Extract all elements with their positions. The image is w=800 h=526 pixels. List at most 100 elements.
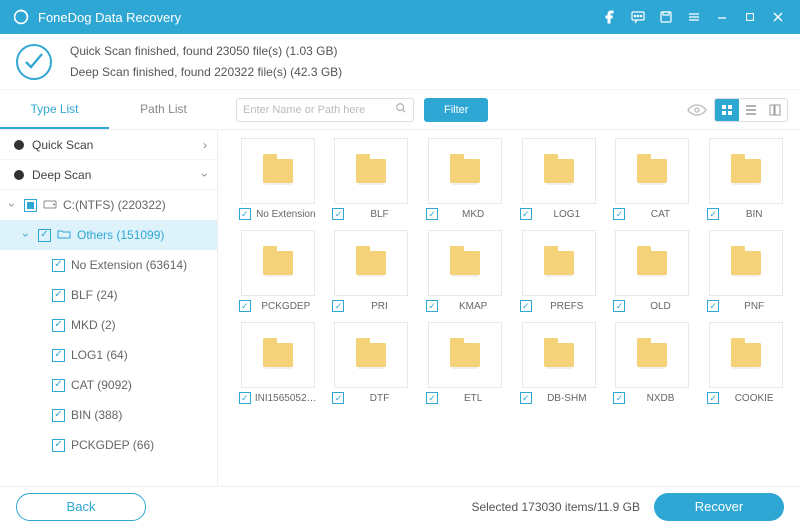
- sidebar-quick-scan[interactable]: Quick Scan ›: [0, 130, 217, 160]
- checkbox[interactable]: [239, 300, 251, 312]
- tree-item[interactable]: MKD (2): [0, 310, 217, 340]
- tree-label: BLF (24): [71, 288, 118, 302]
- folder-thumbnail[interactable]: [241, 322, 315, 388]
- folder-thumbnail[interactable]: [709, 138, 783, 204]
- tree-others[interactable]: › Others (151099): [0, 220, 217, 250]
- checkbox[interactable]: [52, 259, 65, 272]
- checkbox[interactable]: [52, 319, 65, 332]
- tree-item[interactable]: BLF (24): [0, 280, 217, 310]
- checkbox[interactable]: [426, 392, 438, 404]
- maximize-icon[interactable]: [736, 3, 764, 31]
- tab-type-list[interactable]: Type List: [0, 90, 109, 129]
- view-grid-icon[interactable]: [715, 99, 739, 121]
- checkbox[interactable]: [52, 439, 65, 452]
- folder-thumbnail[interactable]: [522, 138, 596, 204]
- view-detail-icon[interactable]: [763, 99, 787, 121]
- checkbox[interactable]: [332, 392, 344, 404]
- grid-item-label: COOKIE: [723, 393, 785, 404]
- checkbox[interactable]: [426, 208, 438, 220]
- checkbox[interactable]: [24, 199, 37, 212]
- filter-button[interactable]: Filter: [424, 98, 488, 122]
- grid-item[interactable]: BIN: [704, 138, 788, 220]
- grid-item[interactable]: CAT: [611, 138, 695, 220]
- checkbox[interactable]: [332, 208, 344, 220]
- folder-icon: [450, 251, 480, 275]
- checkbox[interactable]: [707, 392, 719, 404]
- folder-thumbnail[interactable]: [522, 230, 596, 296]
- grid-item[interactable]: PCKGDEP: [236, 230, 320, 312]
- checkbox[interactable]: [520, 300, 532, 312]
- grid-item[interactable]: KMAP: [423, 230, 507, 312]
- checkbox[interactable]: [426, 300, 438, 312]
- recover-button[interactable]: Recover: [654, 493, 784, 521]
- grid-item[interactable]: NXDB: [611, 322, 695, 404]
- tree-drive[interactable]: › C:(NTFS) (220322): [0, 190, 217, 220]
- folder-thumbnail[interactable]: [615, 230, 689, 296]
- checkbox[interactable]: [52, 349, 65, 362]
- checkbox[interactable]: [613, 300, 625, 312]
- back-button[interactable]: Back: [16, 493, 146, 521]
- grid-item[interactable]: PREFS: [517, 230, 601, 312]
- checkbox[interactable]: [38, 229, 51, 242]
- checkbox[interactable]: [52, 409, 65, 422]
- folder-icon: [356, 343, 386, 367]
- facebook-icon[interactable]: [596, 3, 624, 31]
- grid-item[interactable]: ETL: [423, 322, 507, 404]
- tree-item[interactable]: PCKGDEP (66): [0, 430, 217, 460]
- search-box[interactable]: [236, 98, 414, 122]
- grid-item[interactable]: INI1565052569: [236, 322, 320, 404]
- folder-thumbnail[interactable]: [615, 322, 689, 388]
- checkbox[interactable]: [520, 208, 532, 220]
- view-list-icon[interactable]: [739, 99, 763, 121]
- folder-icon: [544, 251, 574, 275]
- checkbox[interactable]: [707, 208, 719, 220]
- preview-eye-icon[interactable]: [686, 99, 708, 121]
- grid-item[interactable]: DB-SHM: [517, 322, 601, 404]
- toolbar: Type List Path List Filter: [0, 90, 800, 130]
- checkbox[interactable]: [520, 392, 532, 404]
- folder-thumbnail[interactable]: [241, 138, 315, 204]
- minimize-icon[interactable]: [708, 3, 736, 31]
- folder-thumbnail[interactable]: [522, 322, 596, 388]
- folder-thumbnail[interactable]: [241, 230, 315, 296]
- search-input[interactable]: [243, 104, 395, 116]
- feedback-icon[interactable]: [624, 3, 652, 31]
- menu-icon[interactable]: [680, 3, 708, 31]
- folder-thumbnail[interactable]: [334, 230, 408, 296]
- grid-item[interactable]: MKD: [423, 138, 507, 220]
- checkbox[interactable]: [613, 392, 625, 404]
- close-icon[interactable]: [764, 3, 792, 31]
- grid-item[interactable]: BLF: [330, 138, 414, 220]
- sidebar-deep-scan[interactable]: Deep Scan ›: [0, 160, 217, 190]
- checkbox[interactable]: [239, 392, 251, 404]
- tree-item[interactable]: LOG1 (64): [0, 340, 217, 370]
- checkbox[interactable]: [52, 379, 65, 392]
- grid-item[interactable]: No Extension: [236, 138, 320, 220]
- grid-item[interactable]: COOKIE: [704, 322, 788, 404]
- folder-thumbnail[interactable]: [615, 138, 689, 204]
- grid-item[interactable]: PNF: [704, 230, 788, 312]
- folder-thumbnail[interactable]: [334, 138, 408, 204]
- folder-thumbnail[interactable]: [709, 322, 783, 388]
- checkbox[interactable]: [613, 208, 625, 220]
- folder-thumbnail[interactable]: [709, 230, 783, 296]
- checkbox[interactable]: [239, 208, 251, 220]
- tree-item[interactable]: BIN (388): [0, 400, 217, 430]
- folder-thumbnail[interactable]: [428, 322, 502, 388]
- grid-item[interactable]: PRI: [330, 230, 414, 312]
- tab-path-list[interactable]: Path List: [109, 90, 218, 129]
- grid-item[interactable]: LOG1: [517, 138, 601, 220]
- grid-item[interactable]: OLD: [611, 230, 695, 312]
- search-icon[interactable]: [395, 101, 407, 119]
- tree-item[interactable]: No Extension (63614): [0, 250, 217, 280]
- checkbox[interactable]: [332, 300, 344, 312]
- checkbox[interactable]: [707, 300, 719, 312]
- grid-item-label: LOG1: [536, 209, 598, 220]
- checkbox[interactable]: [52, 289, 65, 302]
- grid-item[interactable]: DTF: [330, 322, 414, 404]
- tree-item[interactable]: CAT (9092): [0, 370, 217, 400]
- folder-thumbnail[interactable]: [428, 138, 502, 204]
- folder-thumbnail[interactable]: [428, 230, 502, 296]
- folder-thumbnail[interactable]: [334, 322, 408, 388]
- save-icon[interactable]: [652, 3, 680, 31]
